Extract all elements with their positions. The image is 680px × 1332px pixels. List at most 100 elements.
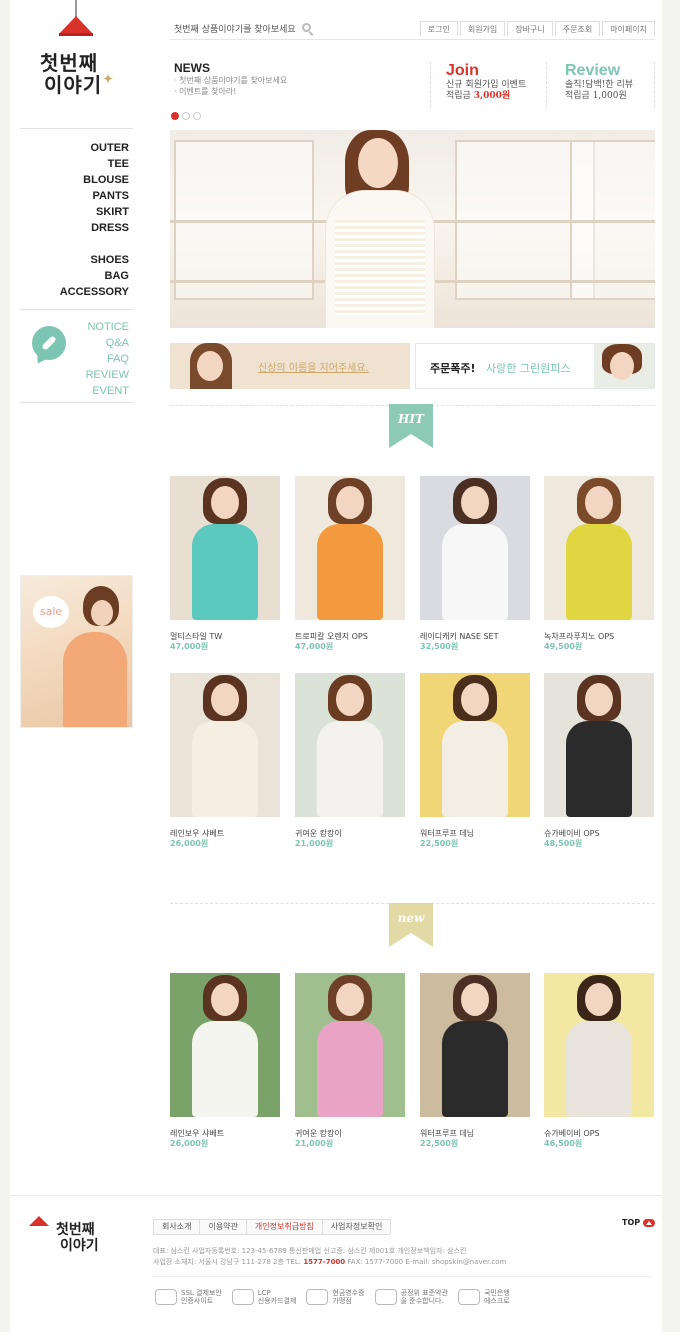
search-input[interactable]: 첫번째 상품이야기를 찾아보세요 <box>174 22 296 35</box>
search-bar: 첫번째 상품이야기를 찾아보세요 로그인 회원가입 장바구니 주문조회 마이페이… <box>170 18 655 40</box>
new-product-card[interactable]: 레인보우 샤베트 26,000원 <box>170 973 280 1149</box>
product-name[interactable]: 귀여운 캉캉이 <box>295 828 405 839</box>
certification-text: 현금영수증 가맹점 <box>332 1289 365 1305</box>
product-name[interactable]: 트로피칼 오렌지 OPS <box>295 631 405 642</box>
hit-product-card[interactable]: 트로피칼 오렌지 OPS 47,000원 <box>295 476 405 652</box>
slider-dot-2[interactable] <box>182 112 190 120</box>
scroll-top-button[interactable]: TOP <box>622 1218 656 1227</box>
join-link[interactable]: 회원가입 <box>459 21 506 36</box>
product-price: 22,500원 <box>420 839 459 848</box>
review-line2: 적립금 1,000원 <box>565 91 627 101</box>
product-image[interactable] <box>295 673 405 817</box>
product-price: 49,500원 <box>544 642 583 651</box>
slider-pagination <box>171 112 204 120</box>
product-name[interactable]: 슈가베이비 OPS <box>544 828 654 839</box>
category-menu-apparel: OUTER TEE BLOUSE PANTS SKIRT DRESS <box>83 140 129 236</box>
certification-badge[interactable]: 공정위 표준약관 을 준수합니다. <box>374 1289 448 1305</box>
category-outer[interactable]: OUTER <box>83 140 130 156</box>
product-image[interactable] <box>420 973 530 1117</box>
product-image[interactable] <box>170 673 280 817</box>
hit-product-card[interactable]: 슈가베이비 OPS 48,500원 <box>544 673 654 849</box>
board-qna[interactable]: Q&A <box>86 335 129 351</box>
product-name[interactable]: 귀여운 캉캉이 <box>295 1128 405 1139</box>
order-lookup-link[interactable]: 주문조회 <box>554 21 601 36</box>
top-utility-links: 로그인 회원가입 장바구니 주문조회 마이페이지 <box>418 21 655 36</box>
product-image[interactable] <box>544 476 654 620</box>
lamp-icon <box>29 1216 49 1230</box>
category-shoes[interactable]: SHOES <box>60 252 129 268</box>
product-image[interactable] <box>295 973 405 1117</box>
sale-banner[interactable]: sale <box>20 575 133 728</box>
new-product-card[interactable]: 워터프루프 데님 22,500원 <box>420 973 530 1149</box>
category-tee[interactable]: TEE <box>83 156 129 172</box>
product-price: 46,500원 <box>544 1139 583 1148</box>
product-image[interactable] <box>170 973 280 1117</box>
category-dress[interactable]: DRESS <box>83 220 129 236</box>
new-product-card[interactable]: 슈가베이비 OPS 46,500원 <box>544 973 654 1149</box>
cart-link[interactable]: 장바구니 <box>507 21 553 36</box>
board-notice[interactable]: NOTICE <box>86 319 129 335</box>
footer-link-terms[interactable]: 이용약관 <box>199 1219 247 1234</box>
product-name[interactable]: 녹차프라푸치노 OPS <box>544 631 654 642</box>
product-image[interactable] <box>170 476 280 620</box>
product-name[interactable]: 워터프루프 데님 <box>420 1128 530 1139</box>
product-image[interactable] <box>420 476 530 620</box>
category-bag[interactable]: BAG <box>60 268 129 284</box>
board-event[interactable]: EVENT <box>86 383 129 399</box>
hit-product-card[interactable]: 워터프루프 데님 22,500원 <box>420 673 530 849</box>
review-promo[interactable]: Review 솔직!담백!한 리뷰 적립금 1,000원 <box>565 62 655 102</box>
product-price: 48,500원 <box>544 839 583 848</box>
slider-dot-3[interactable] <box>193 112 201 120</box>
product-image[interactable] <box>544 973 654 1117</box>
certification-badge[interactable]: LCP 신용카드결제 <box>231 1289 297 1305</box>
category-accessory[interactable]: ACCESSORY <box>60 284 129 300</box>
hit-product-card[interactable]: 멀티스타일 TW 47,000원 <box>170 476 280 652</box>
slider-dot-1[interactable] <box>171 112 179 120</box>
product-name[interactable]: 레인보우 샤베트 <box>170 828 280 839</box>
board-faq[interactable]: FAQ <box>86 351 129 367</box>
green-dress-banner[interactable]: 주문폭주! 사랑한 그린원피스 <box>415 343 655 389</box>
hit-product-card[interactable]: 귀여운 캉캉이 21,000원 <box>295 673 405 849</box>
product-price: 32,500원 <box>420 642 459 651</box>
join-promo[interactable]: Join 신규 회원가입 이벤트 적립금 3,000원 <box>446 62 541 102</box>
board-review[interactable]: REVIEW <box>86 367 129 383</box>
footer-link-about[interactable]: 회사소개 <box>153 1219 201 1234</box>
certification-text: LCP 신용카드결제 <box>257 1289 297 1305</box>
footer-links: 회사소개 이용약관 개인정보취급방침 사업자정보확인 <box>153 1219 392 1235</box>
product-name[interactable]: 레이디캐키 NASE SET <box>420 631 530 642</box>
product-image[interactable] <box>295 476 405 620</box>
hit-product-card[interactable]: 레이디캐키 NASE SET 32,500원 <box>420 476 530 652</box>
product-price: 21,000원 <box>295 839 334 848</box>
footer-link-privacy[interactable]: 개인정보취급방침 <box>245 1219 323 1234</box>
product-name[interactable]: 레인보우 샤베트 <box>170 1128 280 1139</box>
divider <box>20 309 133 310</box>
category-menu-goods: SHOES BAG ACCESSORY <box>60 252 129 300</box>
product-name[interactable]: 슈가베이비 OPS <box>544 1128 654 1139</box>
news-item[interactable]: · 이벤트를 찾아라! <box>174 86 424 97</box>
certification-badges: SSL 결제보안 인증사이트 LCP 신용카드결제 현금영수증 가맹점 공정위 표준약… <box>155 1289 520 1305</box>
category-pants[interactable]: PANTS <box>83 188 129 204</box>
hit-label: HIT <box>398 412 424 426</box>
product-image[interactable] <box>420 673 530 817</box>
category-blouse[interactable]: BLOUSE <box>83 172 129 188</box>
certification-badge[interactable]: 현금영수증 가맹점 <box>306 1289 365 1305</box>
search-icon[interactable] <box>302 23 311 32</box>
product-image[interactable] <box>544 673 654 817</box>
certification-badge[interactable]: SSL 결제보안 인증사이트 <box>155 1289 222 1305</box>
hit-product-card[interactable]: 녹차프라푸치노 OPS 49,500원 <box>544 476 654 652</box>
category-skirt[interactable]: SKIRT <box>83 204 129 220</box>
mypage-link[interactable]: 마이페이지 <box>602 21 655 36</box>
new-label: new <box>397 911 425 925</box>
lamp-icon <box>59 0 93 44</box>
product-name[interactable]: 멀티스타일 TW <box>170 631 280 642</box>
product-name[interactable]: 워터프루프 데님 <box>420 828 530 839</box>
site-logo[interactable]: 첫번째 이야기 ✦ <box>40 52 120 102</box>
new-product-card[interactable]: 귀여운 캉캉이 21,000원 <box>295 973 405 1149</box>
news-item[interactable]: · 첫번째 상품이야기를 찾아보세요 <box>174 75 424 86</box>
hit-product-card[interactable]: 레인보우 샤베트 26,000원 <box>170 673 280 849</box>
main-visual-banner[interactable] <box>170 130 655 328</box>
certification-badge[interactable]: 국민은행 에스크로 <box>457 1289 510 1305</box>
login-link[interactable]: 로그인 <box>419 21 458 36</box>
name-contest-banner[interactable]: 신상의 이름을 지어주세요. <box>170 343 410 389</box>
footer-link-business-info[interactable]: 사업자정보확인 <box>321 1219 392 1234</box>
